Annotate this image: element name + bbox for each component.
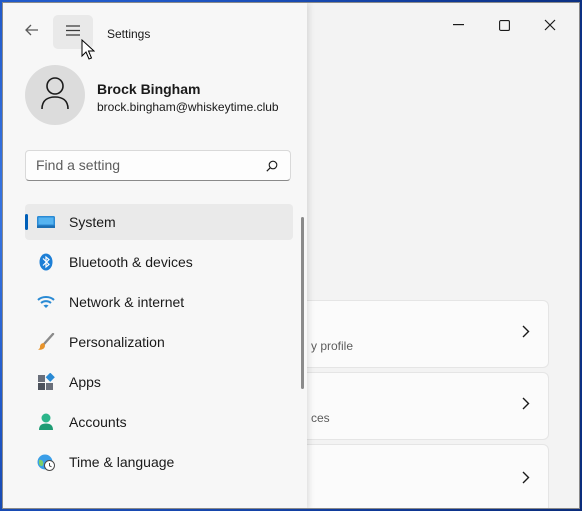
settings-window: y profile ces Settings Brock Bingham bro… [2, 2, 580, 509]
minimize-icon [452, 24, 464, 26]
selection-indicator [25, 214, 28, 230]
maximize-icon [498, 19, 510, 31]
app-title: Settings [107, 27, 151, 41]
chevron-right-icon [522, 325, 530, 343]
nav-item-label: Accounts [69, 414, 127, 430]
brush-icon [37, 333, 55, 351]
nav-item-label: Time & language [69, 454, 175, 470]
card-subtitle: y profile [311, 339, 354, 353]
nav-item-label: System [69, 214, 116, 230]
nav-item-label: Personalization [69, 334, 165, 350]
apps-icon [37, 373, 55, 391]
nav-item-label: Network & internet [69, 294, 185, 310]
card-subtitle: ces [311, 411, 330, 425]
user-name: Brock Bingham [97, 81, 201, 97]
search-input[interactable] [36, 157, 256, 173]
hamburger-icon [66, 23, 80, 41]
wifi-icon [37, 293, 55, 311]
search-box[interactable] [25, 150, 291, 181]
minimize-button[interactable] [435, 3, 481, 47]
nav-item-personalization[interactable]: Personalization [25, 324, 293, 360]
person-icon [40, 76, 70, 115]
nav-item-label: Apps [69, 374, 101, 390]
close-button[interactable] [527, 3, 573, 47]
nav-item-network[interactable]: Network & internet [25, 284, 293, 320]
nav-item-bluetooth[interactable]: Bluetooth & devices [25, 244, 293, 280]
bluetooth-icon [37, 253, 55, 271]
close-icon [544, 19, 556, 31]
navigation-pane: Settings Brock Bingham brock.bingham@whi… [3, 3, 307, 508]
back-button[interactable] [17, 17, 47, 47]
avatar[interactable] [25, 65, 85, 125]
search-icon[interactable] [266, 159, 278, 177]
scrollbar[interactable] [301, 217, 304, 389]
nav-item-apps[interactable]: Apps [25, 364, 293, 400]
content-card-3[interactable] [307, 444, 549, 508]
content-card-1[interactable]: y profile [307, 300, 549, 368]
chevron-right-icon [522, 397, 530, 415]
user-email: brock.bingham@whiskeytime.club [97, 100, 279, 114]
content-card-2[interactable]: ces [307, 372, 549, 440]
nav-item-time-language[interactable]: Time & language [25, 444, 293, 480]
back-arrow-icon [25, 23, 39, 41]
nav-item-system[interactable]: System [25, 204, 293, 240]
maximize-button[interactable] [481, 3, 527, 47]
nav-item-label: Bluetooth & devices [69, 254, 193, 270]
chevron-right-icon [522, 471, 530, 489]
person-icon [37, 413, 55, 431]
globe-clock-icon [37, 453, 55, 471]
mouse-cursor-icon [81, 38, 96, 66]
nav-item-accounts[interactable]: Accounts [25, 404, 293, 440]
system-display-icon [37, 213, 55, 231]
